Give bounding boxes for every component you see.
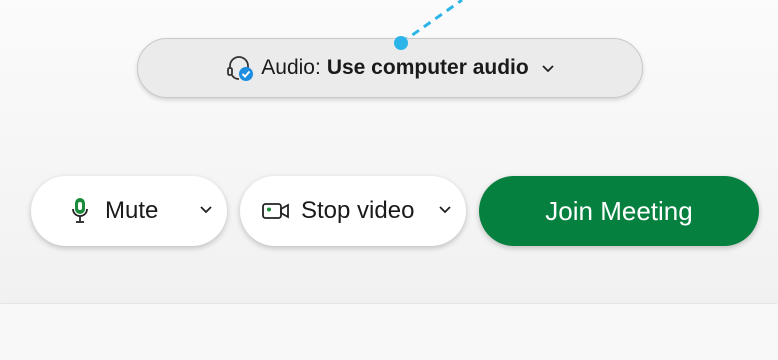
join-meeting-label: Join Meeting — [545, 195, 693, 226]
chevron-down-icon[interactable] — [438, 204, 452, 214]
stop-video-label: Stop video — [301, 197, 415, 224]
microphone-icon — [71, 196, 89, 226]
mute-button[interactable]: Mute — [31, 176, 227, 246]
chevron-down-icon[interactable] — [199, 204, 213, 214]
stop-video-button[interactable]: Stop video — [240, 176, 466, 246]
video-camera-icon — [261, 200, 291, 222]
join-meeting-button[interactable]: Join Meeting — [479, 176, 759, 246]
mute-label: Mute — [105, 197, 159, 224]
